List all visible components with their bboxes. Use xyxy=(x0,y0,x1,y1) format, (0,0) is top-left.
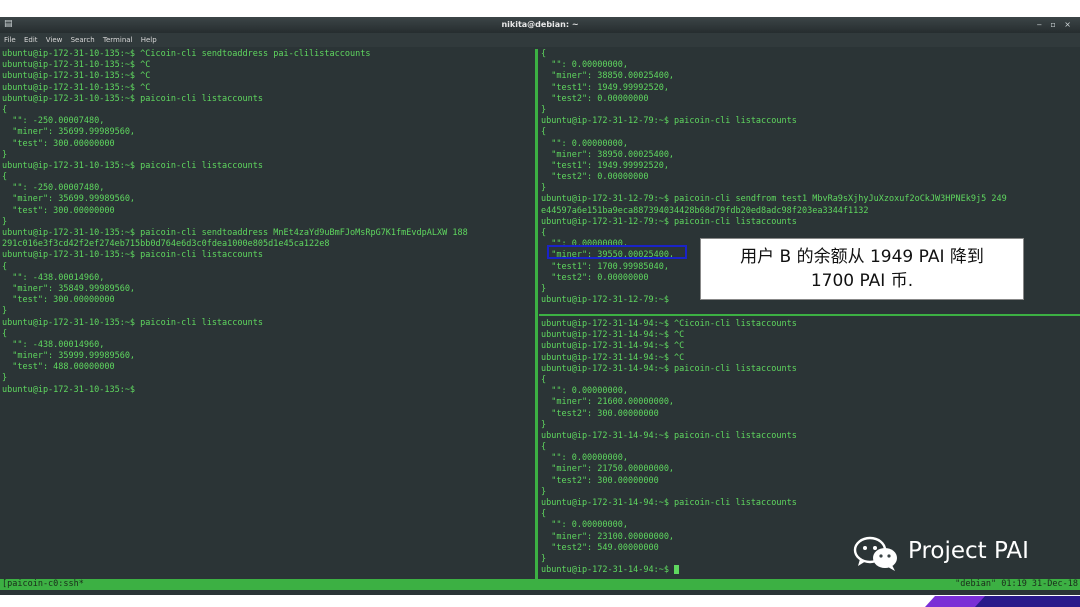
menu-bar: File Edit View Search Terminal Help xyxy=(0,33,1080,47)
callout-line-2: 1700 PAI 币. xyxy=(810,271,914,291)
highlight-box-test1 xyxy=(547,245,687,259)
terminal-line: "": -250.00007480, xyxy=(2,183,105,194)
terminal-line: ubuntu@ip-172-31-14-94:~$ ^C xyxy=(541,341,685,352)
terminal-line: "": -250.00007480, xyxy=(2,116,105,127)
terminal-line: "": -438.00014960, xyxy=(2,339,105,350)
callout-line-1: 用户 B 的余额从 1949 PAI 降到 xyxy=(740,247,984,267)
terminal-line: ubuntu@ip-172-31-14-94:~$ ^Cicoin-cli li… xyxy=(541,319,797,329)
terminal-line: ubuntu@ip-172-31-14-94:~$ ^C xyxy=(541,330,685,341)
terminal-line: { xyxy=(2,261,8,272)
footer-decoration xyxy=(925,596,1080,607)
terminal-line: "miner": 35699.99989560, xyxy=(2,194,136,205)
terminal-line: "": -438.00014960, xyxy=(2,272,105,283)
terminal-line: "miner": 35849.99989560, xyxy=(2,283,136,294)
terminal-window[interactable]: ▤ nikita@debian: ~ ‒ ▫ × File Edit View … xyxy=(0,17,1080,595)
terminal-line: } xyxy=(541,419,547,430)
terminal-line: "": 0.00000000, xyxy=(541,60,628,71)
terminal-line: "test2": 300.00000000 xyxy=(541,475,659,486)
terminal-line: } xyxy=(2,373,8,384)
wechat-icon xyxy=(853,536,897,571)
terminal-line: "test": 300.00000000 xyxy=(2,138,115,149)
terminal-line: ubuntu@ip-172-31-10-135:~$ ^C xyxy=(2,60,151,71)
terminal-line: ubuntu@ip-172-31-10-135:~$ ^C xyxy=(2,71,151,82)
terminal-line: ubuntu@ip-172-31-14-94:~$ paicoin-cli li… xyxy=(541,430,797,441)
terminal-line: { xyxy=(2,104,8,115)
terminal-line: ubuntu@ip-172-31-14-94:~$ xyxy=(541,565,1080,576)
terminal-line: "miner": 38950.00025400, xyxy=(541,149,675,160)
terminal-line: ubuntu@ip-172-31-10-135:~$ xyxy=(2,384,136,395)
terminal-line: "miner": 21600.00000000, xyxy=(541,397,675,408)
terminal-line: } xyxy=(541,104,547,115)
menu-help[interactable]: Help xyxy=(141,36,157,44)
title-bar[interactable]: ▤ nikita@debian: ~ ‒ ▫ × xyxy=(0,17,1080,33)
terminal-line: ubuntu@ip-172-31-12-79:~$ paicoin-cli li… xyxy=(541,216,797,227)
terminal-line: ubuntu@ip-172-31-10-135:~$ paicoin-cli l… xyxy=(2,160,263,171)
terminal-line: ubuntu@ip-172-31-14-94:~$ ^C xyxy=(541,352,685,363)
terminal-line: } xyxy=(2,306,8,317)
terminal-line: ubuntu@ip-172-31-10-135:~$ paicoin-cli l… xyxy=(2,250,263,261)
terminal-line: } xyxy=(2,149,8,160)
terminal-line: "test2": 0.00000000 xyxy=(541,93,649,104)
terminal-line: ubuntu@ip-172-31-12-79:~$ paicoin-cli li… xyxy=(541,116,797,127)
terminal-line: ubuntu@ip-172-31-10-135:~$ ^Cicoin-cli s… xyxy=(2,49,371,59)
terminal-line: "test2": 0.00000000 xyxy=(541,172,649,183)
terminal-line: { xyxy=(541,374,547,385)
window-title: nikita@debian: ~ xyxy=(501,20,579,29)
terminal-line: "": 0.00000000, xyxy=(541,386,628,397)
pane-divider-horizontal[interactable] xyxy=(539,314,1080,316)
terminal-line: "test1": 1949.99992520, xyxy=(541,160,669,171)
terminal-line: { xyxy=(541,49,547,59)
terminal-line: } xyxy=(2,216,8,227)
terminal-line: { xyxy=(541,509,547,520)
menu-view[interactable]: View xyxy=(46,36,63,44)
cursor-icon xyxy=(674,565,680,575)
menu-terminal[interactable]: Terminal xyxy=(103,36,133,44)
terminal-line: "miner": 38850.00025400, xyxy=(541,71,675,82)
window-controls-icon[interactable]: ‒ ▫ × xyxy=(1037,17,1074,33)
terminal-line: { xyxy=(2,172,8,183)
terminal-line: ubuntu@ip-172-31-10-135:~$ ^C xyxy=(2,82,151,93)
terminal-line: { xyxy=(2,328,8,339)
terminal-line: 291c016e3f3cd42f2ef274eb715bb0d764e6d3c0… xyxy=(2,239,330,250)
tmux-status-bar: [paicoin-c0:ssh* "debian" 01:19 31-Dec-1… xyxy=(0,579,1080,590)
menu-edit[interactable]: Edit xyxy=(24,36,38,44)
terminal-line: "test2": 300.00000000 xyxy=(541,408,659,419)
terminal-line: "miner": 35699.99989560, xyxy=(2,127,136,138)
menu-search[interactable]: Search xyxy=(71,36,95,44)
terminal-line: "test": 488.00000000 xyxy=(2,362,115,373)
terminal-line: "test": 300.00000000 xyxy=(2,295,115,306)
terminal-line: { xyxy=(541,442,547,453)
terminal-pane-left[interactable]: ubuntu@ip-172-31-10-135:~$ ^Cicoin-cli s… xyxy=(0,49,535,579)
terminal-line: } xyxy=(541,183,547,194)
status-session: [paicoin-c0:ssh* xyxy=(2,579,84,589)
annotation-callout: 用户 B 的余额从 1949 PAI 降到 1700 PAI 币. xyxy=(700,238,1024,300)
watermark-text: Project PAI xyxy=(908,538,1029,564)
terminal-line: ubuntu@ip-172-31-14-94:~$ paicoin-cli li… xyxy=(541,498,797,508)
terminal-line: "miner": 35999.99989560, xyxy=(2,351,136,362)
terminal-output: ubuntu@ip-172-31-10-135:~$ ^Cicoin-cli s… xyxy=(0,49,535,396)
terminal-line: "miner": 21750.00000000, xyxy=(541,464,675,475)
status-clock: "debian" 01:19 31-Dec-18 xyxy=(955,579,1078,589)
terminal-line: ubuntu@ip-172-31-12-79:~$ paicoin-cli se… xyxy=(541,194,1007,205)
terminal-line: e44597a6e151ba9eca887394034428b68d79fdb2… xyxy=(541,205,869,216)
terminal-line: ubuntu@ip-172-31-10-135:~$ paicoin-cli l… xyxy=(2,93,263,104)
terminal-line: "test": 300.00000000 xyxy=(2,205,115,216)
menu-file[interactable]: File xyxy=(4,36,16,44)
pane-divider-vertical[interactable] xyxy=(535,49,538,579)
terminal-line: ubuntu@ip-172-31-10-135:~$ paicoin-cli s… xyxy=(2,228,468,238)
terminal-line: "test1": 1949.99992520, xyxy=(541,82,669,93)
terminal-line: } xyxy=(541,486,547,497)
terminal-line: { xyxy=(541,127,547,138)
terminal-line: ubuntu@ip-172-31-14-94:~$ paicoin-cli li… xyxy=(541,363,797,374)
terminal-line: ubuntu@ip-172-31-10-135:~$ paicoin-cli l… xyxy=(2,317,263,328)
terminal-line: "": 0.00000000, xyxy=(541,453,628,464)
terminal-line: "": 0.00000000, xyxy=(541,520,628,531)
terminal-line: "": 0.00000000, xyxy=(541,138,628,149)
